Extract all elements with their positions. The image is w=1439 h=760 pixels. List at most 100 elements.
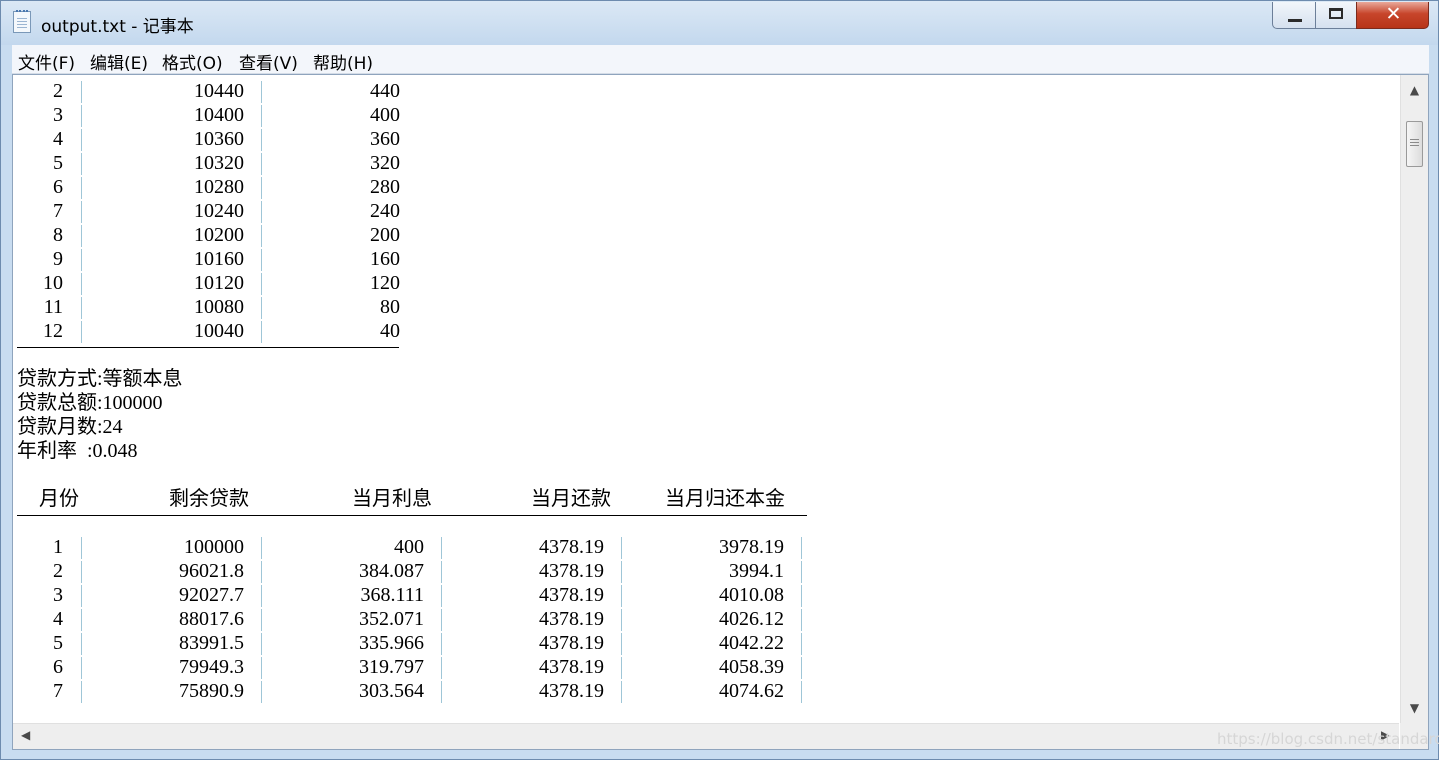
- column-header: 当月还款: [531, 488, 611, 510]
- scroll-left-icon[interactable]: ◀: [21, 728, 30, 742]
- column-header: 当月归还本金: [665, 488, 785, 510]
- notepad-icon[interactable]: [13, 10, 31, 33]
- amount-cell: 10320: [194, 152, 244, 174]
- amount-cell: 10200: [194, 224, 244, 246]
- vertical-scrollbar[interactable]: ▲ ▼: [1400, 75, 1428, 723]
- value-cell: 280: [370, 176, 400, 198]
- column-separator: [81, 153, 82, 175]
- table-cell: 335.966: [359, 632, 424, 654]
- column-separator: [441, 657, 442, 679]
- column-separator: [81, 633, 82, 655]
- month-cell: 2: [53, 80, 63, 102]
- value-cell: 320: [370, 152, 400, 174]
- amount-cell: 10400: [194, 104, 244, 126]
- vertical-scroll-thumb[interactable]: [1406, 121, 1423, 167]
- loan-info-line: 年利率 :0.048: [17, 440, 138, 462]
- table-cell: 384.087: [359, 560, 424, 582]
- column-header: 当月利息: [352, 488, 432, 510]
- table-cell: 75890.9: [179, 680, 244, 702]
- month-cell: 9: [53, 248, 63, 270]
- menu-file[interactable]: 文件(F): [18, 49, 75, 74]
- column-separator: [801, 609, 802, 631]
- amount-cell: 10240: [194, 200, 244, 222]
- column-separator: [261, 249, 262, 271]
- value-cell: 160: [370, 248, 400, 270]
- column-separator: [261, 297, 262, 319]
- value-cell: 240: [370, 200, 400, 222]
- column-separator: [801, 657, 802, 679]
- column-separator: [621, 585, 622, 607]
- month-cell: 10: [43, 272, 63, 294]
- menu-format[interactable]: 格式(O): [162, 49, 223, 74]
- column-header: 剩余贷款: [169, 488, 249, 510]
- minimize-icon: [1288, 19, 1302, 22]
- table-cell: 319.797: [359, 656, 424, 678]
- column-separator: [81, 297, 82, 319]
- column-separator: [621, 609, 622, 631]
- month-cell: 8: [53, 224, 63, 246]
- table-cell: 88017.6: [179, 608, 244, 630]
- column-separator: [261, 585, 262, 607]
- table-cell: 92027.7: [179, 584, 244, 606]
- text-content[interactable]: 2 10440 440 3 10400 400 4 10360 360 5 10320 320 6 102…: [13, 75, 1399, 723]
- column-separator: [81, 81, 82, 103]
- maximize-icon: [1329, 8, 1343, 19]
- notepad-window: output.txt - 记事本 ✕ 文件(F) 编辑(E) 格式(O) 查看(…: [0, 0, 1439, 760]
- table-cell: 4378.19: [539, 560, 604, 582]
- column-separator: [261, 537, 262, 559]
- horizontal-scrollbar[interactable]: ◀ ▶: [13, 723, 1399, 749]
- column-header: 月份: [39, 488, 79, 510]
- close-icon: ✕: [1385, 3, 1402, 25]
- column-separator: [261, 177, 262, 199]
- amount-cell: 10040: [194, 320, 244, 342]
- column-separator: [261, 561, 262, 583]
- value-cell: 360: [370, 128, 400, 150]
- table-cell: 4378.19: [539, 680, 604, 702]
- column-separator: [261, 633, 262, 655]
- column-separator: [801, 681, 802, 703]
- table-cell: 4378.19: [539, 632, 604, 654]
- menu-edit[interactable]: 编辑(E): [90, 49, 148, 74]
- column-separator: [621, 681, 622, 703]
- column-separator: [81, 561, 82, 583]
- table-cell: 400: [394, 536, 424, 558]
- scroll-down-icon[interactable]: ▼: [1401, 701, 1428, 715]
- column-separator: [441, 609, 442, 631]
- column-separator: [261, 609, 262, 631]
- month-cell: 4: [53, 128, 63, 150]
- column-separator: [261, 129, 262, 151]
- column-separator: [81, 201, 82, 223]
- scroll-up-icon[interactable]: ▲: [1401, 83, 1428, 97]
- column-separator: [441, 585, 442, 607]
- column-separator: [621, 657, 622, 679]
- column-separator: [81, 249, 82, 271]
- month-cell: 12: [43, 320, 63, 342]
- column-separator: [81, 681, 82, 703]
- table-cell: 4074.62: [719, 680, 784, 702]
- table-cell: 4058.39: [719, 656, 784, 678]
- column-separator: [261, 201, 262, 223]
- column-separator: [261, 225, 262, 247]
- column-separator: [441, 561, 442, 583]
- maximize-button[interactable]: [1315, 2, 1357, 29]
- table-cell: 4010.08: [719, 584, 784, 606]
- text-editor[interactable]: 2 10440 440 3 10400 400 4 10360 360 5 10320 320 6 102…: [12, 74, 1429, 750]
- value-cell: 200: [370, 224, 400, 246]
- column-separator: [801, 561, 802, 583]
- amount-cell: 10440: [194, 80, 244, 102]
- column-separator: [81, 609, 82, 631]
- column-separator: [81, 177, 82, 199]
- menu-view[interactable]: 查看(V): [239, 49, 298, 74]
- minimize-button[interactable]: [1272, 2, 1316, 29]
- month-cell: 5: [53, 152, 63, 174]
- title-bar[interactable]: output.txt - 记事本 ✕: [1, 1, 1438, 45]
- month-cell: 7: [53, 200, 63, 222]
- close-button[interactable]: ✕: [1356, 2, 1429, 29]
- separator-line: [17, 515, 807, 516]
- menu-help[interactable]: 帮助(H): [313, 49, 373, 74]
- table-cell: 6: [53, 656, 63, 678]
- month-cell: 6: [53, 176, 63, 198]
- value-cell: 400: [370, 104, 400, 126]
- table-cell: 4: [53, 608, 63, 630]
- value-cell: 120: [370, 272, 400, 294]
